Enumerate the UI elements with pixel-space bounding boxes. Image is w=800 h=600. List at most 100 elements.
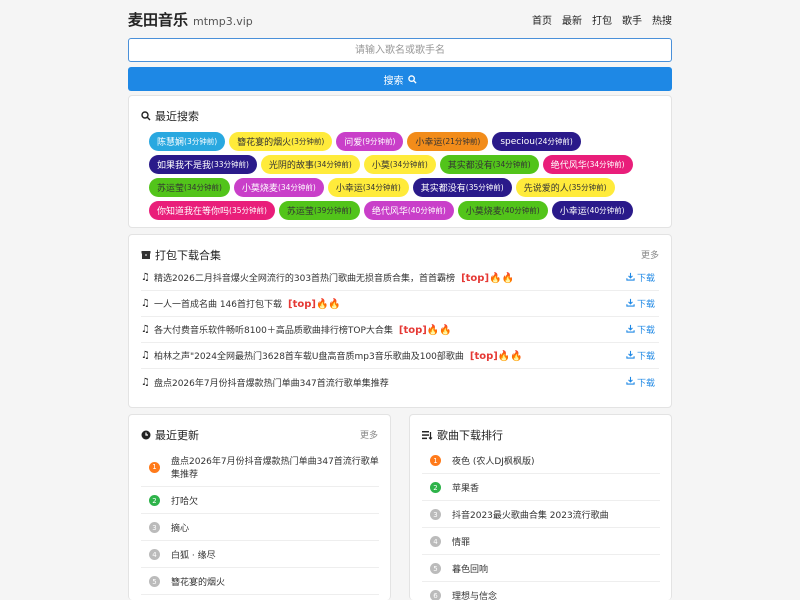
ranks-item[interactable]: 4 情罪 xyxy=(422,528,660,555)
nav-latest[interactable]: 最新 xyxy=(562,12,582,27)
pack-item[interactable]: ♫ 各大付费音乐软件畅听8100＋高品质歌曲排行榜TOP大合集 [top]🔥🔥 下载 xyxy=(141,317,659,343)
ranks-item-text: 情罪 xyxy=(452,538,471,548)
ranks-item[interactable]: 6 理想与信念 xyxy=(422,582,660,600)
packs-title-text: 打包下载合集 xyxy=(155,249,221,262)
pack-item[interactable]: ♫ 柏林之声"2024全网最热门3628首车载U盘高音质mp3音乐歌曲及100部歌… xyxy=(141,343,659,369)
pack-item[interactable]: ♫ 盘点2026年7月份抖音爆款热门单曲347首流行歌单集推荐 下载 xyxy=(141,369,659,395)
tag-time: (35分钟前) xyxy=(568,183,607,192)
ranks-item[interactable]: 1 夜色 (农人DJ枫枫版) xyxy=(422,447,660,474)
tag-time: (34分钟前) xyxy=(389,160,428,169)
pack-item-title: 一人一首成名曲 146首打包下载 xyxy=(153,300,283,310)
download-link[interactable]: 下载 xyxy=(626,376,655,389)
nav-singers[interactable]: 歌手 xyxy=(622,12,642,27)
tag-time: (40分钟前) xyxy=(407,206,446,215)
site-logo[interactable]: 麦田音乐 mtmp3.vip xyxy=(128,9,253,30)
tag-time: (35分钟前) xyxy=(465,183,504,192)
recent-search-tag[interactable]: 你知道我在等你吗 (35分钟前) xyxy=(149,201,275,220)
download-link[interactable]: 下载 xyxy=(626,349,655,362)
updates-item-text: 盘点2026年7月份抖音爆款热门单曲347首流行歌单集推荐 xyxy=(171,457,379,480)
nav-hot-search[interactable]: 热搜 xyxy=(652,12,672,27)
ranks-item-text: 暮色回响 xyxy=(452,565,489,575)
ranks-item[interactable]: 3 抖音2023最火歌曲合集 2023流行歌曲 xyxy=(422,501,660,528)
recent-search-tag[interactable]: 小莫烧麦 (40分钟前) xyxy=(457,201,548,220)
recent-search-tag[interactable]: 小幸运 (34分钟前) xyxy=(327,178,409,197)
recent-search-tags: 陈慧娴 (3分钟前) 簪花宴的烟火 (3分钟前) 问爱 (9分钟前) 小幸运 (21分钟前) s… xyxy=(149,132,659,220)
pack-item[interactable]: ♫ 精选2026二月抖音爆火全网流行的303首热门歌曲无损音质合集，首首霸榜 [to… xyxy=(141,265,659,291)
updates-item-text: 簪花宴的烟火 xyxy=(171,578,226,588)
download-label: 下载 xyxy=(636,274,655,284)
pack-item-text: 盘点2026年7月份抖音爆款热门单曲347首流行歌单集推荐 xyxy=(154,376,626,389)
recent-searches-title: 最近搜索 xyxy=(141,108,199,124)
rank-number-badge: 5 xyxy=(430,563,441,574)
search-button[interactable]: 搜索 xyxy=(128,67,672,91)
rank-number-badge: 1 xyxy=(149,461,160,473)
pack-item-title: 各大付费音乐软件畅听8100＋高品质歌曲排行榜TOP大合集 xyxy=(153,326,393,336)
recent-searches-card: 最近搜索 陈慧娴 (3分钟前) 簪花宴的烟火 (3分钟前) 问爱 (9分钟前) 小幸运 (21… xyxy=(128,95,672,228)
pack-item-text: 精选2026二月抖音爆火全网流行的303首热门歌曲无损音质合集，首首霸榜 [top… xyxy=(154,271,626,284)
search-input[interactable] xyxy=(128,38,672,62)
recent-search-tag[interactable]: 陈慧娴 (3分钟前) xyxy=(149,132,226,151)
nav-packs[interactable]: 打包 xyxy=(592,12,612,27)
tag-time: (21分钟前) xyxy=(442,137,481,146)
updates-more-link[interactable]: 更多 xyxy=(360,428,378,441)
recent-search-tag[interactable]: 小莫烧麦 (34分钟前) xyxy=(233,178,324,197)
rank-number-badge: 4 xyxy=(149,549,160,560)
rank-number-badge: 5 xyxy=(149,576,160,587)
download-link[interactable]: 下载 xyxy=(626,297,655,310)
recent-search-tag[interactable]: 苏运莹 (39分钟前) xyxy=(278,201,360,220)
updates-title-text: 最近更新 xyxy=(155,429,199,442)
tag-time: (3分钟前) xyxy=(184,137,218,146)
update-list: 1 盘点2026年7月份抖音爆款热门单曲347首流行歌单集推荐 2 打哈欠 3 摘心 4 白狐… xyxy=(141,447,379,595)
pack-item-text: 柏林之声"2024全网最热门3628首车载U盘高音质mp3音乐歌曲及100部歌曲… xyxy=(154,349,626,362)
recent-search-tag[interactable]: 其实都没有 (35分钟前) xyxy=(412,178,512,197)
brand-domain: mtmp3.vip xyxy=(193,14,253,28)
updates-item[interactable]: 3 摘心 xyxy=(141,514,379,541)
pack-item[interactable]: ♫ 一人一首成名曲 146首打包下载 [top]🔥🔥 下载 xyxy=(141,291,659,317)
updates-item[interactable]: 1 盘点2026年7月份抖音爆款热门单曲347首流行歌单集推荐 xyxy=(141,447,379,487)
pack-item-title: 精选2026二月抖音爆火全网流行的303首热门歌曲无损音质合集，首首霸榜 xyxy=(153,274,456,284)
recent-search-tag[interactable]: 光阴的故事 (34分钟前) xyxy=(260,155,360,174)
pack-item-title: 盘点2026年7月份抖音爆款热门单曲347首流行歌单集推荐 xyxy=(153,378,389,389)
tag-time: (34分钟前) xyxy=(362,183,401,192)
recent-search-tag[interactable]: speciou (24分钟前) xyxy=(492,132,581,151)
recent-search-tag[interactable]: 小莫 (34分钟前) xyxy=(363,155,436,174)
recent-search-tag[interactable]: 如果我不是我 (33分钟前) xyxy=(149,155,257,174)
recent-search-tag[interactable]: 其实都没有 (34分钟前) xyxy=(439,155,539,174)
tag-name: 小幸运 xyxy=(559,207,587,217)
search-button-label: 搜索 xyxy=(383,75,404,87)
download-link[interactable]: 下载 xyxy=(626,323,655,336)
recent-search-tag[interactable]: 小幸运 (21分钟前) xyxy=(407,132,489,151)
updates-item[interactable]: 2 打哈欠 xyxy=(141,487,379,514)
packs-more-link[interactable]: 更多 xyxy=(641,248,659,261)
updates-item[interactable]: 4 白狐 · 缘尽 xyxy=(141,541,379,568)
nav-home[interactable]: 首页 xyxy=(532,12,552,27)
ranks-item-text: 理想与信念 xyxy=(452,592,498,600)
ranks-item[interactable]: 5 暮色回响 xyxy=(422,555,660,582)
top-badge: [top]🔥🔥 xyxy=(469,351,523,362)
download-link[interactable]: 下载 xyxy=(626,271,655,284)
ranking-list-icon xyxy=(422,431,433,440)
download-icon xyxy=(626,376,635,388)
rank-list: 1 夜色 (农人DJ枫枫版) 2 苹果香 3 抖音2023最火歌曲合集 2023流行歌曲 4… xyxy=(422,447,660,600)
tag-time: (34分钟前) xyxy=(184,183,222,192)
ranks-item-text: 苹果香 xyxy=(452,484,480,494)
rank-number-badge: 1 xyxy=(430,455,441,466)
recent-search-tag[interactable]: 问爱 (9分钟前) xyxy=(336,132,404,151)
recent-search-tag[interactable]: 绝代风华 (34分钟前) xyxy=(542,155,633,174)
recent-search-tag[interactable]: 苏运莹 (34分钟前) xyxy=(149,178,230,197)
download-icon xyxy=(626,324,635,336)
pack-item-text: 各大付费音乐软件畅听8100＋高品质歌曲排行榜TOP大合集 [top]🔥🔥 xyxy=(154,323,626,336)
tag-time: (24分钟前) xyxy=(534,137,573,146)
recent-search-tag[interactable]: 簪花宴的烟火 (3分钟前) xyxy=(229,132,333,151)
recent-search-tag[interactable]: 先说爱的人 (35分钟前) xyxy=(515,178,615,197)
recent-search-tag[interactable]: 小幸运 (40分钟前) xyxy=(551,201,633,220)
ranks-item-text: 抖音2023最火歌曲合集 2023流行歌曲 xyxy=(452,511,609,521)
search-icon xyxy=(141,111,151,121)
ranks-title-text: 歌曲下载排行 xyxy=(437,429,503,442)
main-nav: 首页 最新 打包 歌手 热搜 xyxy=(532,12,672,27)
rank-number-badge: 6 xyxy=(430,590,441,600)
recent-search-tag[interactable]: 绝代风华 (40分钟前) xyxy=(363,201,454,220)
ranks-item[interactable]: 2 苹果香 xyxy=(422,474,660,501)
top-badge: [top]🔥🔥 xyxy=(461,273,514,284)
updates-item[interactable]: 5 簪花宴的烟火 xyxy=(141,568,379,595)
